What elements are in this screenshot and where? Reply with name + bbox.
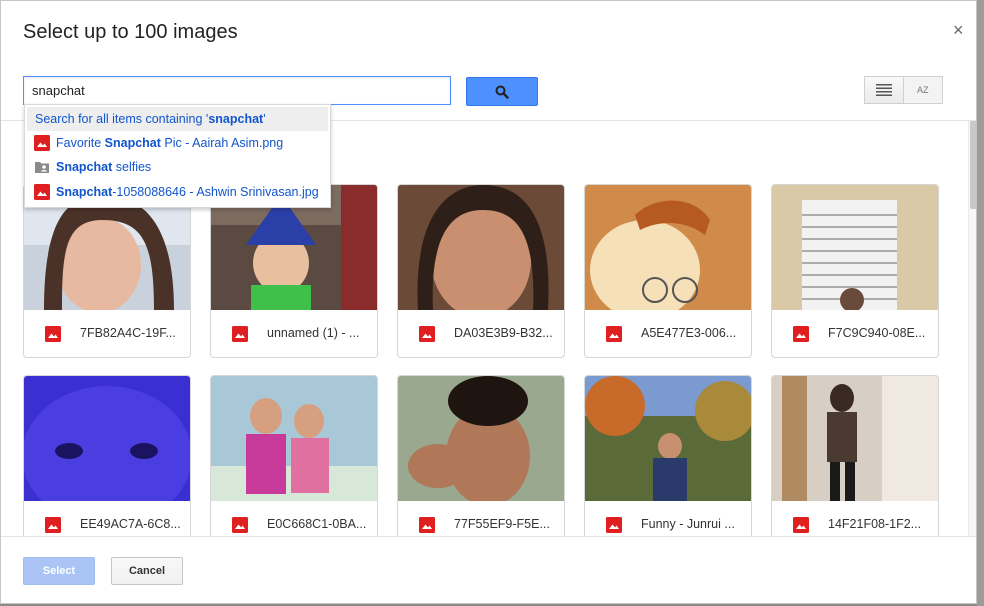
image-card[interactable]: 77F55EF9-F5E... (397, 375, 565, 536)
image-file-icon (419, 517, 435, 533)
image-card[interactable]: EE49AC7A-6C8... (23, 375, 191, 536)
card-footer: 77F55EF9-F5E... (398, 501, 564, 536)
view-controls: AZ (864, 76, 943, 104)
background-window-edge (977, 0, 984, 606)
image-picker-dialog: Select up to 100 images × AZ (0, 0, 977, 604)
image-name: 14F21F08-1F2... (828, 517, 922, 531)
list-view-icon (875, 84, 892, 96)
image-name: Funny - Junrui ... (641, 517, 735, 531)
card-footer: EE49AC7A-6C8... (24, 501, 190, 536)
image-file-icon (232, 326, 248, 342)
suggestion-label: Snapchat selfies (56, 155, 151, 179)
suggestion-item[interactable]: Favorite Snapchat Pic - Aairah Asim.png (25, 131, 330, 155)
sort-az-icon: AZ (916, 84, 929, 95)
image-name: DA03E3B9-B32... (454, 326, 553, 340)
image-name: E0C668C1-0BA... (267, 517, 367, 531)
suggestion-label: Snapchat-1058088646 - Ashwin Srinivasan.… (56, 180, 319, 204)
image-thumbnail (585, 185, 751, 310)
search-all-prefix: Search for all items containing ' (35, 112, 209, 126)
image-card[interactable]: 14F21F08-1F2... (771, 375, 939, 536)
image-name: unnamed (1) - ... (267, 326, 360, 340)
image-name: EE49AC7A-6C8... (80, 517, 181, 531)
suggestion-match: Snapchat (56, 160, 113, 174)
cancel-button[interactable]: Cancel (111, 557, 183, 585)
card-footer: A5E477E3-006... (585, 310, 751, 357)
suggestion-item[interactable]: Snapchat-1058088646 - Ashwin Srinivasan.… (25, 180, 330, 204)
suggestion-item[interactable]: Snapchat selfies (25, 155, 330, 179)
image-name: 77F55EF9-F5E... (454, 517, 550, 531)
suggestion-after: selfies (112, 160, 152, 174)
scrollbar-thumb[interactable] (970, 121, 976, 209)
image-file-icon (45, 326, 61, 342)
suggestion-match: Snapchat (56, 185, 113, 199)
select-button[interactable]: Select (23, 557, 95, 585)
card-footer: Funny - Junrui ... (585, 501, 751, 536)
image-file-icon (606, 326, 622, 342)
footer-divider (1, 536, 976, 537)
image-card[interactable]: A5E477E3-006... (584, 184, 752, 358)
image-thumbnail (585, 376, 751, 501)
search-all-term: snapchat (208, 112, 264, 126)
suggestion-label: Favorite Snapchat Pic - Aairah Asim.png (56, 131, 283, 155)
search-icon (495, 85, 509, 99)
image-name: F7C9C940-08E... (828, 326, 926, 340)
suggestion-after: -1058088646 - Ashwin Srinivasan.jpg (112, 185, 319, 199)
search-all-suffix: ' (263, 112, 266, 126)
image-grid: 7FB82A4C-19F... unnamed (1) - ... DA03E3… (23, 184, 939, 536)
list-view-button[interactable] (864, 76, 904, 104)
image-thumbnail (772, 185, 938, 310)
card-footer: E0C668C1-0BA... (211, 501, 377, 536)
card-footer: unnamed (1) - ... (211, 310, 377, 357)
image-file-icon (232, 517, 248, 533)
image-card[interactable]: DA03E3B9-B32... (397, 184, 565, 358)
image-card[interactable]: F7C9C940-08E... (771, 184, 939, 358)
dialog-title: Select up to 100 images (23, 21, 238, 43)
search-all-suggestion[interactable]: Search for all items containing 'snapcha… (27, 107, 328, 131)
image-file-icon (34, 135, 50, 151)
image-file-icon (419, 326, 435, 342)
card-footer: F7C9C940-08E... (772, 310, 938, 357)
image-file-icon (606, 517, 622, 533)
search-input[interactable] (23, 76, 451, 105)
image-file-icon (793, 517, 809, 533)
close-icon[interactable]: × (953, 20, 964, 40)
suggestion-after: Pic - Aairah Asim.png (160, 136, 284, 150)
image-file-icon (34, 184, 50, 200)
shared-folder-icon (35, 162, 49, 173)
image-card[interactable]: unnamed (1) - ... (210, 184, 378, 358)
search-button[interactable] (466, 77, 538, 106)
image-file-icon (793, 326, 809, 342)
card-footer: 14F21F08-1F2... (772, 501, 938, 536)
suggestion-match: Snapchat (104, 136, 161, 150)
card-footer: 7FB82A4C-19F... (24, 310, 190, 357)
image-thumbnail (398, 376, 564, 501)
image-name: A5E477E3-006... (641, 326, 737, 340)
image-file-icon (45, 517, 61, 533)
image-thumbnail (24, 376, 190, 501)
search-suggestions: Search for all items containing 'snapcha… (24, 104, 331, 208)
image-card[interactable]: Funny - Junrui ... (584, 375, 752, 536)
suggestion-before: Favorite (56, 136, 105, 150)
card-footer: DA03E3B9-B32... (398, 310, 564, 357)
image-thumbnail (211, 376, 377, 501)
image-name: 7FB82A4C-19F... (80, 326, 176, 340)
grid-scrollbar[interactable] (968, 121, 976, 536)
image-card[interactable]: E0C668C1-0BA... (210, 375, 378, 536)
sort-button[interactable]: AZ (903, 76, 943, 104)
image-card[interactable]: 7FB82A4C-19F... (23, 184, 191, 358)
image-thumbnail (772, 376, 938, 501)
image-thumbnail (398, 185, 564, 310)
